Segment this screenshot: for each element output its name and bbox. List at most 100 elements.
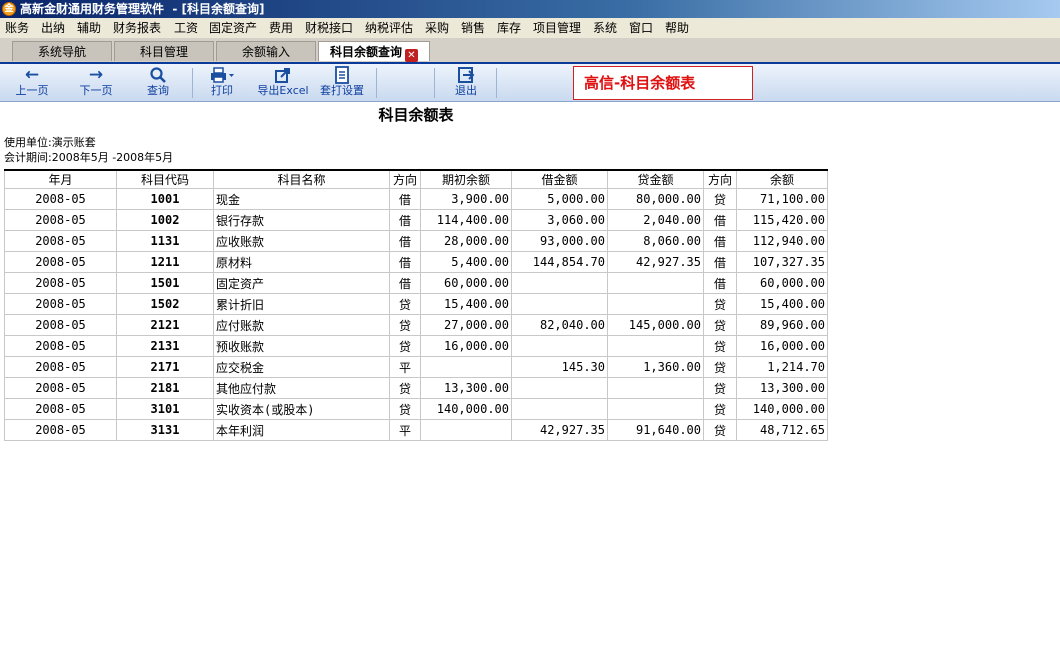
export-excel-label: 导出Excel	[257, 84, 309, 97]
table-row[interactable]: 2008-05 1001 现金借 3,900.00 5,000.00 80,000.00 贷…	[4, 188, 828, 210]
brand-label: 高信-科目余额表	[573, 66, 753, 100]
col-header-opening-balance: 期初余额	[420, 169, 512, 189]
menu-item-purchasing[interactable]: 采购	[425, 20, 449, 36]
cell-opening-balance	[420, 356, 512, 378]
cell-debit: 42,927.35	[511, 419, 608, 441]
cell-balance: 115,420.00	[736, 209, 828, 231]
cell-direction: 贷	[389, 293, 421, 315]
balance-table: 年月 科目代码 科目名称 方向 期初余额 借金额 贷金额 方向 余额 2008-…	[4, 169, 828, 441]
cell-direction: 贷	[389, 335, 421, 357]
prev-page-button[interactable]: ← 上一页	[8, 66, 56, 100]
col-header-debit: 借金额	[511, 169, 608, 189]
export-excel-button[interactable]: 导出Excel	[254, 66, 312, 100]
tab-balance-input[interactable]: 余额输入	[216, 41, 316, 61]
cell-debit: 93,000.00	[511, 230, 608, 252]
cell-credit	[607, 335, 704, 357]
table-row[interactable]: 2008-05 2181 其他应付款贷 13,300.00 贷 13,300.00	[4, 377, 828, 399]
cell-account-name: 固定资产	[213, 272, 390, 294]
menu-item-tax-interface[interactable]: 财税接口	[305, 20, 353, 36]
menu-item-financial-reports[interactable]: 财务报表	[113, 20, 161, 36]
cell-debit	[511, 398, 608, 420]
cell-month: 2008-05	[4, 377, 117, 399]
cell-direction: 借	[389, 188, 421, 210]
table-row[interactable]: 2008-05 1501 固定资产借 60,000.00 借 60,000.00	[4, 272, 828, 294]
menu-item-fixed-assets[interactable]: 固定资产	[209, 20, 257, 36]
cell-account-name: 应收账款	[213, 230, 390, 252]
document-icon	[316, 66, 368, 84]
cell-direction: 借	[389, 209, 421, 231]
next-page-button[interactable]: → 下一页	[72, 66, 120, 100]
menu-item-payroll[interactable]: 工资	[174, 20, 198, 36]
tab-label: 系统导航	[37, 45, 86, 59]
col-header-direction: 方向	[389, 169, 421, 189]
table-row[interactable]: 2008-05 3131 本年利润平 42,927.35 91,640.00 贷 48,71…	[4, 419, 828, 441]
table-row[interactable]: 2008-05 2131 预收账款贷 16,000.00 贷 16,000.00	[4, 335, 828, 357]
menu-bar: 账务 出纳 辅助 财务报表 工资 固定资产 费用 财税接口 纳税评估 采购 销售…	[0, 18, 1060, 38]
menu-item-tax-assessment[interactable]: 纳税评估	[365, 20, 413, 36]
table-body: 2008-05 1001 现金借 3,900.00 5,000.00 80,000.00 贷…	[4, 188, 828, 441]
exit-button[interactable]: 退出	[446, 66, 486, 100]
cell-account-code: 1502	[116, 293, 214, 315]
cell-account-code: 3131	[116, 419, 214, 441]
cell-balance: 48,712.65	[736, 419, 828, 441]
table-row[interactable]: 2008-05 2171 应交税金平 145.30 1,360.00 贷 1,214.70	[4, 356, 828, 378]
cell-account-code: 1002	[116, 209, 214, 231]
cell-opening-balance: 27,000.00	[420, 314, 512, 336]
table-row[interactable]: 2008-05 1002 银行存款借 114,400.00 3,060.00 2,040.…	[4, 209, 828, 231]
tab-account-balance-query[interactable]: 科目余额查询 ✕	[318, 41, 430, 62]
menu-item-auxiliary[interactable]: 辅助	[77, 20, 101, 36]
cell-account-name: 现金	[213, 188, 390, 210]
close-tab-icon[interactable]: ✕	[405, 49, 418, 62]
menu-item-cashier[interactable]: 出纳	[41, 20, 65, 36]
cell-opening-balance: 13,300.00	[420, 377, 512, 399]
cell-month: 2008-05	[4, 398, 117, 420]
menu-item-system[interactable]: 系统	[593, 20, 617, 36]
print-setup-button[interactable]: 套打设置	[316, 66, 368, 100]
menu-item-project-management[interactable]: 项目管理	[533, 20, 581, 36]
query-button[interactable]: 查询	[138, 66, 178, 100]
menu-item-inventory[interactable]: 库存	[497, 20, 521, 36]
col-header-account-code: 科目代码	[116, 169, 214, 189]
menu-item-help[interactable]: 帮助	[665, 20, 689, 36]
cell-account-code: 1211	[116, 251, 214, 273]
cell-credit	[607, 377, 704, 399]
tab-account-management[interactable]: 科目管理	[114, 41, 214, 61]
cell-balance: 16,000.00	[736, 335, 828, 357]
menu-item-expenses[interactable]: 费用	[269, 20, 293, 36]
print-button[interactable]: 打印	[202, 66, 242, 100]
cell-account-name: 累计折旧	[213, 293, 390, 315]
table-row[interactable]: 2008-05 1211 原材料借 5,400.00 144,854.70 42,927.…	[4, 251, 828, 273]
cell-opening-balance: 28,000.00	[420, 230, 512, 252]
table-row[interactable]: 2008-05 1131 应收账款借 28,000.00 93,000.00 8,060.…	[4, 230, 828, 252]
cell-direction: 贷	[389, 314, 421, 336]
cell-balance-direction: 贷	[703, 356, 737, 378]
cell-opening-balance: 5,400.00	[420, 251, 512, 273]
tab-system-navigation[interactable]: 系统导航	[12, 41, 112, 61]
cell-credit: 1,360.00	[607, 356, 704, 378]
menu-item-window[interactable]: 窗口	[629, 20, 653, 36]
next-page-label: 下一页	[79, 84, 113, 97]
arrow-left-icon: ←	[24, 65, 40, 85]
cell-balance-direction: 借	[703, 230, 737, 252]
menu-item-accounts[interactable]: 账务	[5, 20, 29, 36]
table-row[interactable]: 2008-05 2121 应付账款贷 27,000.00 82,040.00 145,00…	[4, 314, 828, 336]
query-label: 查询	[147, 84, 169, 97]
cell-opening-balance: 60,000.00	[420, 272, 512, 294]
cell-month: 2008-05	[4, 272, 117, 294]
cell-credit: 91,640.00	[607, 419, 704, 441]
print-setup-label: 套打设置	[320, 84, 364, 97]
cell-balance: 89,960.00	[736, 314, 828, 336]
cell-account-code: 2131	[116, 335, 214, 357]
toolbar-separator	[496, 68, 497, 98]
report-title: 科目余额表	[378, 106, 454, 124]
cell-balance-direction: 贷	[703, 335, 737, 357]
search-icon	[138, 66, 178, 84]
cell-account-name: 其他应付款	[213, 377, 390, 399]
cell-debit	[511, 335, 608, 357]
menu-item-sales[interactable]: 销售	[461, 20, 485, 36]
table-row[interactable]: 2008-05 3101 实收资本(或股本) 贷 140,000.00 贷 140,000.…	[4, 398, 828, 420]
cell-month: 2008-05	[4, 188, 117, 210]
cell-balance-direction: 贷	[703, 398, 737, 420]
report-unit: 使用单位:演示账套	[4, 136, 96, 149]
table-row[interactable]: 2008-05 1502 累计折旧贷 15,400.00 贷 15,400.00	[4, 293, 828, 315]
